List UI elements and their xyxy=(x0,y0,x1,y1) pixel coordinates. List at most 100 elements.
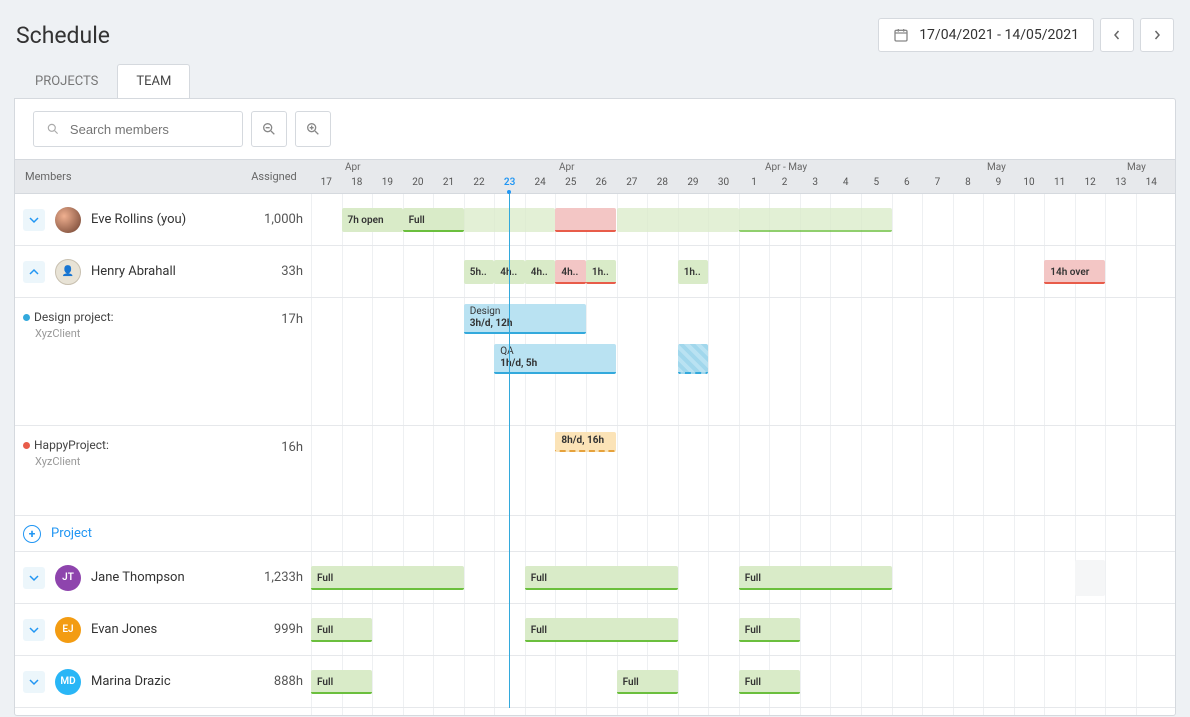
member-name: Marina Drazic xyxy=(91,674,171,689)
assigned-hours: 999h xyxy=(237,604,311,655)
page-title: Schedule xyxy=(16,22,110,49)
allocation-bar[interactable]: 5h.. xyxy=(464,260,495,284)
day-label: 5 xyxy=(861,177,892,188)
day-label: 18 xyxy=(342,177,373,188)
month-label: May xyxy=(987,162,1006,173)
allocation-bar-over[interactable] xyxy=(555,208,616,232)
allocation-bar-full[interactable]: Full xyxy=(311,566,464,590)
tab-team[interactable]: TEAM xyxy=(117,64,190,98)
month-label: Apr - May xyxy=(765,162,807,173)
allocation-bar-open[interactable]: 7h open xyxy=(342,208,403,232)
allocation-bar-full[interactable]: Full xyxy=(311,670,372,694)
day-label: 22 xyxy=(464,177,495,188)
day-label: 8 xyxy=(953,177,984,188)
task-bar-happy[interactable]: 8h/d, 16h xyxy=(555,432,616,452)
assigned-hours: 888h xyxy=(237,656,311,707)
chevron-up-icon xyxy=(29,267,39,277)
project-row-design: Design project: XyzClient 17h xyxy=(15,298,311,426)
client-name: XyzClient xyxy=(35,327,80,340)
zoom-in-button[interactable] xyxy=(295,111,331,147)
allocation-bar[interactable]: 4h.. xyxy=(555,260,586,284)
project-row-happy: HappyProject: XyzClient 16h xyxy=(15,426,311,516)
date-range-text: 17/04/2021 - 14/05/2021 xyxy=(919,27,1079,43)
member-row-eve: Eve Rollins (you) 1,000h xyxy=(15,194,311,246)
day-label: 14 xyxy=(1136,177,1167,188)
timeline-row: 5h.. 4h.. 4h.. 4h.. 1h.. 1h.. 14h over xyxy=(311,246,1175,298)
column-assigned: Assigned xyxy=(237,160,311,193)
allocation-bar[interactable]: 1h.. xyxy=(586,260,617,284)
add-project-row[interactable]: + Project xyxy=(15,516,311,552)
task-bar-qa-pending[interactable] xyxy=(678,344,709,374)
allocation-bar[interactable] xyxy=(739,208,892,232)
allocation-bar-full[interactable]: Full xyxy=(311,618,372,642)
avatar: 👤 xyxy=(55,259,81,285)
assigned-hours: 16h xyxy=(237,426,311,515)
today-line xyxy=(509,194,510,708)
avatar: MD xyxy=(55,669,81,695)
expand-button[interactable] xyxy=(23,209,45,231)
member-row-henry: 👤 Henry Abrahall 33h xyxy=(15,246,311,298)
day-label: 2 xyxy=(769,177,800,188)
allocation-bar-full[interactable]: Full xyxy=(739,618,800,642)
allocation-bar[interactable]: 4h.. xyxy=(525,260,556,284)
zoom-out-icon xyxy=(261,121,277,137)
day-label: 17 xyxy=(311,177,342,188)
expand-button[interactable] xyxy=(23,671,45,693)
day-label: 9 xyxy=(983,177,1014,188)
search-icon xyxy=(46,121,60,137)
member-row-marina: MD Marina Drazic 888h xyxy=(15,656,311,708)
expand-button[interactable] xyxy=(23,567,45,589)
chevron-left-icon xyxy=(1112,30,1122,40)
member-name: Jane Thompson xyxy=(91,570,185,585)
schedule-panel: Members Assigned Eve Rollins (you) 1,000… xyxy=(14,98,1176,716)
project-name: HappyProject: xyxy=(34,438,109,452)
avatar xyxy=(55,207,81,233)
month-label: May xyxy=(1127,162,1146,173)
avatar: JT xyxy=(55,565,81,591)
project-color-dot xyxy=(23,442,30,449)
grid-header-left: Members Assigned xyxy=(15,160,311,194)
date-range-picker[interactable]: 17/04/2021 - 14/05/2021 xyxy=(878,18,1094,52)
member-name: Henry Abrahall xyxy=(91,264,176,279)
member-row-jane: JT Jane Thompson 1,233h xyxy=(15,552,311,604)
day-label: 6 xyxy=(892,177,923,188)
allocation-bar-over[interactable]: 14h over xyxy=(1044,260,1105,284)
allocation-bar-full[interactable]: Full xyxy=(525,618,678,642)
chevron-right-icon xyxy=(1152,30,1162,40)
allocation-bar-full[interactable]: Full xyxy=(739,670,800,694)
day-label: 24 xyxy=(525,177,556,188)
expand-button[interactable] xyxy=(23,619,45,641)
task-bar-design[interactable]: Design 3h/d, 12h xyxy=(464,304,586,334)
allocation-bar[interactable] xyxy=(617,208,739,232)
allocation-bar-full[interactable]: Full xyxy=(525,566,678,590)
allocation-bar-full[interactable]: Full xyxy=(739,566,892,590)
timeline-row: Full Full Full xyxy=(311,604,1175,656)
timeline-row: Design 3h/d, 12h QA 1h/d, 5h xyxy=(311,298,1175,426)
project-color-dot xyxy=(23,314,30,321)
task-bar-qa[interactable]: QA 1h/d, 5h xyxy=(494,344,616,374)
collapse-button[interactable] xyxy=(23,261,45,283)
zoom-out-button[interactable] xyxy=(251,111,287,147)
day-label: 1 xyxy=(739,177,770,188)
tab-projects[interactable]: PROJECTS xyxy=(16,64,117,98)
next-range-button[interactable] xyxy=(1140,18,1174,52)
assigned-hours: 33h xyxy=(237,246,311,297)
day-label: 11 xyxy=(1044,177,1075,188)
timeline-header: AprAprApr - MayMayMay 171819202122232425… xyxy=(311,160,1175,194)
allocation-bar-full[interactable]: Full xyxy=(617,670,678,694)
search-members-box[interactable] xyxy=(33,111,243,147)
day-label: 26 xyxy=(586,177,617,188)
day-label: 29 xyxy=(678,177,709,188)
day-label: 19 xyxy=(372,177,403,188)
assigned-hours: 1,000h xyxy=(237,194,311,245)
column-members: Members xyxy=(15,160,237,193)
allocation-bar-full[interactable]: Full xyxy=(403,208,464,232)
chevron-down-icon xyxy=(29,625,39,635)
search-input[interactable] xyxy=(70,122,230,137)
assigned-hours: 1,233h xyxy=(237,552,311,603)
chevron-down-icon xyxy=(29,215,39,225)
day-label: 30 xyxy=(708,177,739,188)
prev-range-button[interactable] xyxy=(1100,18,1134,52)
assigned-hours: 17h xyxy=(237,298,311,425)
allocation-bar[interactable]: 1h.. xyxy=(678,260,709,284)
